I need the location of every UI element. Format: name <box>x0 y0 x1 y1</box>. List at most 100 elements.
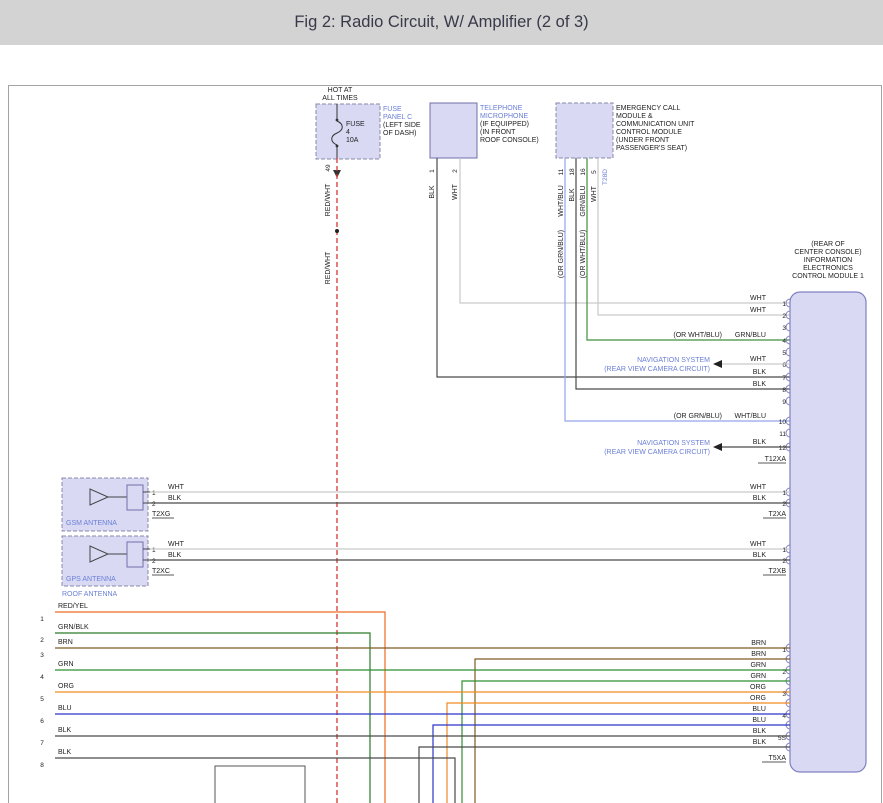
t5xa-row-8-label: BLU <box>752 717 766 724</box>
wire-red-wht-label-1: RED/WHT <box>325 183 332 216</box>
fuse-panel-loc-1: (LEFT SIDE <box>383 122 421 129</box>
left-wire-7-label: BLK <box>58 727 72 734</box>
t5xa-row-7-label: BLU <box>752 706 766 713</box>
t5xa-connector-label: T5XA <box>768 755 786 762</box>
fuse-panel-loc-2: OF DASH) <box>383 130 416 137</box>
t12xa-pin-10: 10 <box>779 419 787 426</box>
left-wire-8-number: 8 <box>40 762 44 769</box>
t12xa-w6-label: WHT <box>750 356 767 363</box>
t5xa-row-5-label: ORG <box>750 684 766 691</box>
wire-red-wht-splice <box>335 229 339 233</box>
module-loc-2: CENTER CONSOLE) <box>794 249 861 256</box>
roof-antenna-label: ROOF ANTENNA <box>62 591 118 598</box>
t12xa-pin-9: 9 <box>782 399 786 406</box>
mic-wire-blk-label: BLK <box>429 185 436 199</box>
ecall-box <box>556 103 613 158</box>
t12xa-w2-label: WHT <box>750 307 767 314</box>
gsm-connector-label: T2XG <box>152 511 170 518</box>
mic-note-1: (IF EQUIPPED) <box>480 121 529 128</box>
left-wire-4-label: GRN <box>58 661 74 668</box>
module-loc-1: (REAR OF <box>811 241 844 248</box>
ecall-wire-grnblu-label: GRN/BLU <box>580 185 587 216</box>
t5xa-row-1-label: BRN <box>751 640 766 647</box>
t2xb-pin-2: 2 <box>782 558 786 565</box>
t2xb-connector-label: T2XB <box>768 568 786 575</box>
gps-name: GPS ANTENNA <box>66 576 116 583</box>
fuse-pin-number: 49 <box>325 164 332 172</box>
left-wire-1-number: 1 <box>40 616 44 623</box>
left-wire-5-label: ORG <box>58 683 74 690</box>
hot-at-label: HOT AT <box>328 87 353 94</box>
t12xa-w12-label: BLK <box>753 439 767 446</box>
t12xa-w4-label: GRN/BLU <box>735 332 766 339</box>
t5xa-row-2-label: BRN <box>751 651 766 658</box>
left-wire-6-label: BLU <box>58 705 72 712</box>
t5xa-row-9-label: BLK <box>753 728 767 735</box>
left-wire-7-number: 7 <box>40 740 44 747</box>
gps-pin-2: 2 <box>152 558 156 565</box>
t5xa-row-4-label: GRN <box>750 673 766 680</box>
nav-pin12-text-2: (REAR VIEW CAMERA CIRCUIT) <box>604 449 710 456</box>
wire-red-wht-label-2: RED/WHT <box>325 251 332 284</box>
t12xa-pin-5: 5 <box>782 350 786 357</box>
left-wire-3-number: 3 <box>40 652 44 659</box>
ecall-name-6: PASSENGER'S SEAT) <box>616 145 687 152</box>
fuse-label-1: FUSE <box>346 121 365 128</box>
t12xa-pin-7: 7 <box>782 375 786 382</box>
t12xa-pin-11: 11 <box>779 431 786 438</box>
t5xa-row-5-pin: 3 <box>782 691 786 698</box>
ecall-wire-blk-label: BLK <box>569 188 576 202</box>
gps-connector-body <box>127 542 143 567</box>
left-wire-5-number: 5 <box>40 696 44 703</box>
mic-note-3: ROOF CONSOLE) <box>480 137 539 144</box>
gps-wire-wht-label: WHT <box>168 541 185 548</box>
gsm-wire-blk-label: BLK <box>168 495 182 502</box>
gps-wire-blk-label: BLK <box>168 552 182 559</box>
t2xa-pin-2: 2 <box>782 501 786 508</box>
ecall-alt-wire-1: (OR GRN/BLU) <box>558 230 565 278</box>
gps-connector-label: T2XC <box>152 568 170 575</box>
mic-box <box>430 103 477 158</box>
t12xa-pin-1: 1 <box>782 301 786 308</box>
left-wire-8-label: BLK <box>58 749 72 756</box>
mic-note-2: (IN FRONT <box>480 129 516 136</box>
t2xb-w1-label: WHT <box>750 541 767 548</box>
t5xa-row-6-label: ORG <box>750 695 766 702</box>
t5xa-row-9-pin: 5S <box>778 735 787 742</box>
ecall-pin-11: 11 <box>558 168 565 175</box>
t12xa-w4-alt-label: (OR WHT/BLU) <box>673 332 722 339</box>
t2xb-pin-1: 1 <box>782 547 786 554</box>
module-loc-3: INFORMATION <box>804 257 852 264</box>
t2xa-pin-1: 1 <box>782 490 786 497</box>
ecall-name-4: CONTROL MODULE <box>616 129 682 136</box>
fuse-label-2: 4 <box>346 129 350 136</box>
hot-at-label2: ALL TIMES <box>322 95 358 102</box>
left-wire-4-number: 4 <box>40 674 44 681</box>
ecall-pin-18: 18 <box>569 168 576 176</box>
ecall-pin-16: 16 <box>580 168 587 176</box>
gsm-pin-1: 1 <box>152 490 156 497</box>
module-box <box>790 292 866 772</box>
nav-pin6-text-2: (REAR VIEW CAMERA CIRCUIT) <box>604 366 710 373</box>
gsm-wire-wht-label: WHT <box>168 484 185 491</box>
left-wire-2-number: 2 <box>40 637 44 644</box>
ecall-wire-wht-label: WHT <box>591 185 598 202</box>
wiring-diagram-canvas: HOT AT ALL TIMES FUSE 4 10A FUSE PANEL C… <box>0 0 883 803</box>
ecall-name-5: (UNDER FRONT <box>616 137 670 144</box>
gsm-name: GSM ANTENNA <box>66 520 117 527</box>
mic-wire-wht-label: WHT <box>452 183 459 200</box>
mic-name-1: TELEPHONE <box>480 105 523 112</box>
left-wire-3-label: BRN <box>58 639 73 646</box>
t2xa-connector-label: T2XA <box>768 511 786 518</box>
t12xa-w1-label: WHT <box>750 295 767 302</box>
gsm-pin-2: 2 <box>152 501 156 508</box>
t12xa-pin-2: 2 <box>782 313 786 320</box>
ecall-name-1: EMERGENCY CALL <box>616 105 681 112</box>
ecall-name-3: COMMUNICATION UNIT <box>616 121 695 128</box>
t5xa-row-3-pin: 2 <box>782 669 786 676</box>
t12xa-pin-3: 3 <box>782 325 786 332</box>
t2xa-w2-label: BLK <box>753 495 767 502</box>
t12xa-w10-alt-label: (OR GRN/BLU) <box>674 413 722 420</box>
ecall-pin-5: 5 <box>591 170 598 174</box>
nav-pin12-text-1: NAVIGATION SYSTEM <box>637 440 710 447</box>
